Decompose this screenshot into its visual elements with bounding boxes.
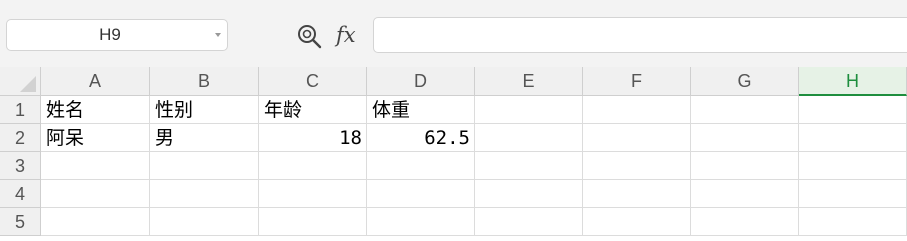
cell-c3[interactable] xyxy=(259,152,367,180)
cell-h1[interactable] xyxy=(799,96,907,124)
cell-c5[interactable] xyxy=(259,208,367,236)
column-header-e[interactable]: E xyxy=(475,67,583,96)
cell-b5[interactable] xyxy=(150,208,259,236)
cell-a4[interactable] xyxy=(41,180,150,208)
cell-g5[interactable] xyxy=(691,208,799,236)
cell-d1[interactable]: 体重 xyxy=(367,96,475,124)
cell-e3[interactable] xyxy=(475,152,583,180)
cell-d4[interactable] xyxy=(367,180,475,208)
row-header-2[interactable]: 2 xyxy=(0,124,41,152)
spreadsheet-grid: A B C D E F G H 1 姓名 性别 年龄 体重 2 阿呆男 18 62.5 3 4 5 xyxy=(0,67,907,241)
cell-h4[interactable] xyxy=(799,180,907,208)
cell-h5[interactable] xyxy=(799,208,907,236)
row-header-4[interactable]: 4 xyxy=(0,180,41,208)
column-header-h[interactable]: H xyxy=(799,67,907,96)
cell-e5[interactable] xyxy=(475,208,583,236)
row-header-5[interactable]: 5 xyxy=(0,208,41,236)
column-header-d[interactable]: D xyxy=(367,67,475,96)
select-all-triangle-icon xyxy=(20,76,36,92)
name-box[interactable]: H9 xyxy=(6,19,228,51)
cell-g3[interactable] xyxy=(691,152,799,180)
column-header-f[interactable]: F xyxy=(583,67,691,96)
cell-a5[interactable] xyxy=(41,208,150,236)
cell-f1[interactable] xyxy=(583,96,691,124)
name-box-value[interactable]: H9 xyxy=(7,20,213,50)
column-header-a[interactable]: A xyxy=(41,67,150,96)
cell-f4[interactable] xyxy=(583,180,691,208)
formula-toolbar: H9 fx xyxy=(0,0,907,67)
cell-g4[interactable] xyxy=(691,180,799,208)
cell-f3[interactable] xyxy=(583,152,691,180)
cell-f5[interactable] xyxy=(583,208,691,236)
cell-a3[interactable] xyxy=(41,152,150,180)
fx-icon[interactable]: fx xyxy=(336,20,360,50)
cell-c2[interactable]: 18 xyxy=(259,124,367,152)
cell-e2[interactable] xyxy=(475,124,583,152)
column-header-g[interactable]: G xyxy=(691,67,799,96)
cell-d2[interactable]: 62.5 xyxy=(367,124,475,152)
column-header-c[interactable]: C xyxy=(259,67,367,96)
zoom-icon[interactable] xyxy=(296,23,322,49)
cell-e4[interactable] xyxy=(475,180,583,208)
cell-e1[interactable] xyxy=(475,96,583,124)
cell-b2[interactable]: 男 xyxy=(150,124,259,152)
cell-a1[interactable]: 姓名 xyxy=(41,96,150,124)
cell-g2[interactable] xyxy=(691,124,799,152)
cell-g1[interactable] xyxy=(691,96,799,124)
column-header-b[interactable]: B xyxy=(150,67,259,96)
chevron-down-icon[interactable] xyxy=(215,33,221,37)
row-header-3[interactable]: 3 xyxy=(0,152,41,180)
formula-input[interactable] xyxy=(373,17,907,53)
row-header-1[interactable]: 1 xyxy=(0,96,41,124)
cell-h2[interactable] xyxy=(799,124,907,152)
cell-f2[interactable] xyxy=(583,124,691,152)
cell-b1[interactable]: 性别 xyxy=(150,96,259,124)
cell-h3[interactable] xyxy=(799,152,907,180)
cell-d3[interactable] xyxy=(367,152,475,180)
cell-b4[interactable] xyxy=(150,180,259,208)
cell-c1[interactable]: 年龄 xyxy=(259,96,367,124)
select-all-corner[interactable] xyxy=(0,67,41,96)
cell-b3[interactable] xyxy=(150,152,259,180)
cell-a2[interactable]: 阿呆 xyxy=(41,124,150,152)
cell-c4[interactable] xyxy=(259,180,367,208)
cell-d5[interactable] xyxy=(367,208,475,236)
